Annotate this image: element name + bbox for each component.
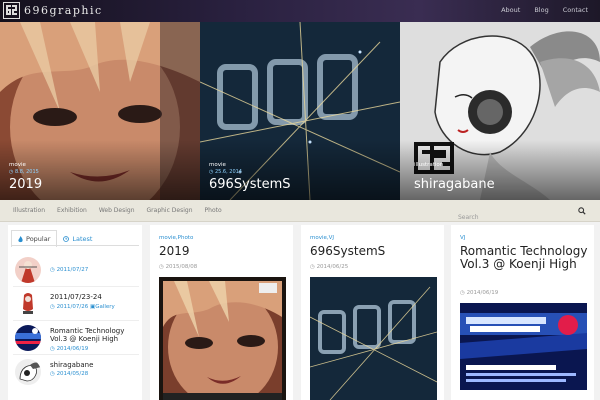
flame-icon xyxy=(18,235,23,242)
site-name: 696graphic xyxy=(24,4,103,17)
tab-popular-label: Popular xyxy=(26,235,51,243)
post-date-text: 2015/08/08 xyxy=(165,264,198,270)
search-icon[interactable] xyxy=(578,207,586,215)
post-image[interactable] xyxy=(159,277,286,400)
category-nav-bar: Illustration Exhibition Web Design Graph… xyxy=(0,200,600,225)
slide-title[interactable]: 2019 xyxy=(9,177,42,192)
post-category[interactable]: movie,VJ xyxy=(310,235,334,241)
post-thumbnail xyxy=(15,291,41,317)
post-meta: ◷ 2011/07/26 ▣Gallery xyxy=(50,304,115,310)
tab-latest-label: Latest xyxy=(72,234,93,243)
post-category[interactable]: Gallery xyxy=(95,304,115,310)
nav-blog-link[interactable]: Blog xyxy=(534,6,548,14)
post-category[interactable]: VJ xyxy=(460,235,465,241)
post-date: ◷ 2011/07/27 xyxy=(50,267,88,273)
post-date-text: 2014/06/25 xyxy=(316,264,349,270)
post-date-text: 2014/06/19 xyxy=(56,346,89,352)
post-card[interactable]: VJ Romantic Technology Vol.3 @ Koenji Hi… xyxy=(451,225,594,400)
sidebar-widget: Popular Latest ◷ 2011/07/27 2011/07/23-2… xyxy=(8,225,142,400)
category-photo-link[interactable]: Photo xyxy=(205,207,222,214)
slide-category[interactable]: movie xyxy=(9,162,26,168)
post-image[interactable] xyxy=(460,303,587,390)
slide-category[interactable]: movie xyxy=(209,162,226,168)
post-date: ◷ 2015/08/08 xyxy=(159,264,197,270)
slide-date: ◷ 25.6, 2014 xyxy=(209,169,242,175)
post-date: ◷ 2014/06/19 xyxy=(50,346,88,352)
slide-date-text: 8.8, 2015 xyxy=(14,169,39,175)
post-title[interactable]: 2011/07/23-24 xyxy=(50,293,142,301)
post-date-text: 2014/05/28 xyxy=(56,371,89,377)
post-date-text: 2011/07/27 xyxy=(56,267,89,273)
post-title[interactable]: 2019 xyxy=(159,245,289,258)
popular-list: ◷ 2011/07/27 2011/07/23-24 ◷ 2011/07/26 … xyxy=(13,253,139,389)
list-item[interactable]: ◷ 2011/07/27 xyxy=(13,253,139,287)
post-title[interactable]: Romantic Technology Vol.3 @ Koenji High xyxy=(460,245,590,271)
category-illustration-link[interactable]: Illustration xyxy=(13,207,45,214)
site-logo[interactable]: 696graphic xyxy=(3,2,103,19)
post-date-text: 2011/07/26 xyxy=(56,304,89,310)
search-input[interactable] xyxy=(450,210,590,225)
category-graphic-design-link[interactable]: Graphic Design xyxy=(147,207,193,214)
list-item[interactable]: shiragabane ◷ 2014/05/28 xyxy=(13,355,139,389)
slide-title[interactable]: 696SystemS xyxy=(209,177,291,192)
post-thumbnail xyxy=(15,359,41,385)
category-exhibition-link[interactable]: Exhibition xyxy=(57,207,87,214)
hero-slider: movie ◷ 8.8, 2015 2019 movie ◷ 25.6, 201… xyxy=(0,22,600,200)
post-thumbnail xyxy=(15,325,41,351)
slide-title[interactable]: shiragabane xyxy=(414,177,495,192)
slide-date: ◷ 8.8, 2015 xyxy=(9,169,39,175)
list-item[interactable]: Romantic Technology Vol.3 @ Koenji High … xyxy=(13,321,139,355)
post-image[interactable] xyxy=(310,277,437,400)
category-web-design-link[interactable]: Web Design xyxy=(99,207,135,214)
post-title[interactable]: shiragabane xyxy=(50,361,142,369)
tab-divider xyxy=(11,245,139,246)
slide-date-text: 25.6, 2014 xyxy=(214,169,242,175)
post-date: ◷ 2014/05/28 xyxy=(50,371,88,377)
post-date: ◷ 2014/06/25 xyxy=(310,264,348,270)
nav-about-link[interactable]: About xyxy=(501,6,520,14)
category-links: Illustration Exhibition Web Design Graph… xyxy=(13,207,222,214)
hero-slide[interactable]: movie ◷ 8.8, 2015 2019 xyxy=(0,22,200,200)
post-card[interactable]: movie,VJ 696SystemS ◷ 2014/06/25 xyxy=(301,225,444,400)
top-nav: About Blog Contact xyxy=(501,6,588,14)
site-header: 696graphic About Blog Contact xyxy=(0,0,600,22)
post-title[interactable]: 696SystemS xyxy=(310,245,440,258)
nav-contact-link[interactable]: Contact xyxy=(563,6,588,14)
list-item[interactable]: 2011/07/23-24 ◷ 2011/07/26 ▣Gallery xyxy=(13,287,139,321)
post-date-text: 2014/06/19 xyxy=(466,290,499,296)
clock-icon xyxy=(63,235,70,242)
hero-slide[interactable]: movie ◷ 25.6, 2014 696SystemS xyxy=(200,22,400,200)
696-logo-icon xyxy=(3,2,20,19)
post-category[interactable]: movie,Photo xyxy=(159,235,193,241)
post-thumbnail xyxy=(15,257,41,283)
hero-slide[interactable]: illustration shiragabane xyxy=(400,22,600,200)
slide-category[interactable]: illustration xyxy=(414,162,443,168)
search-box xyxy=(450,204,590,225)
post-card[interactable]: movie,Photo 2019 ◷ 2015/08/08 xyxy=(150,225,293,400)
post-date: ◷ 2014/06/19 xyxy=(460,290,498,296)
post-title[interactable]: Romantic Technology Vol.3 @ Koenji High xyxy=(50,327,142,343)
